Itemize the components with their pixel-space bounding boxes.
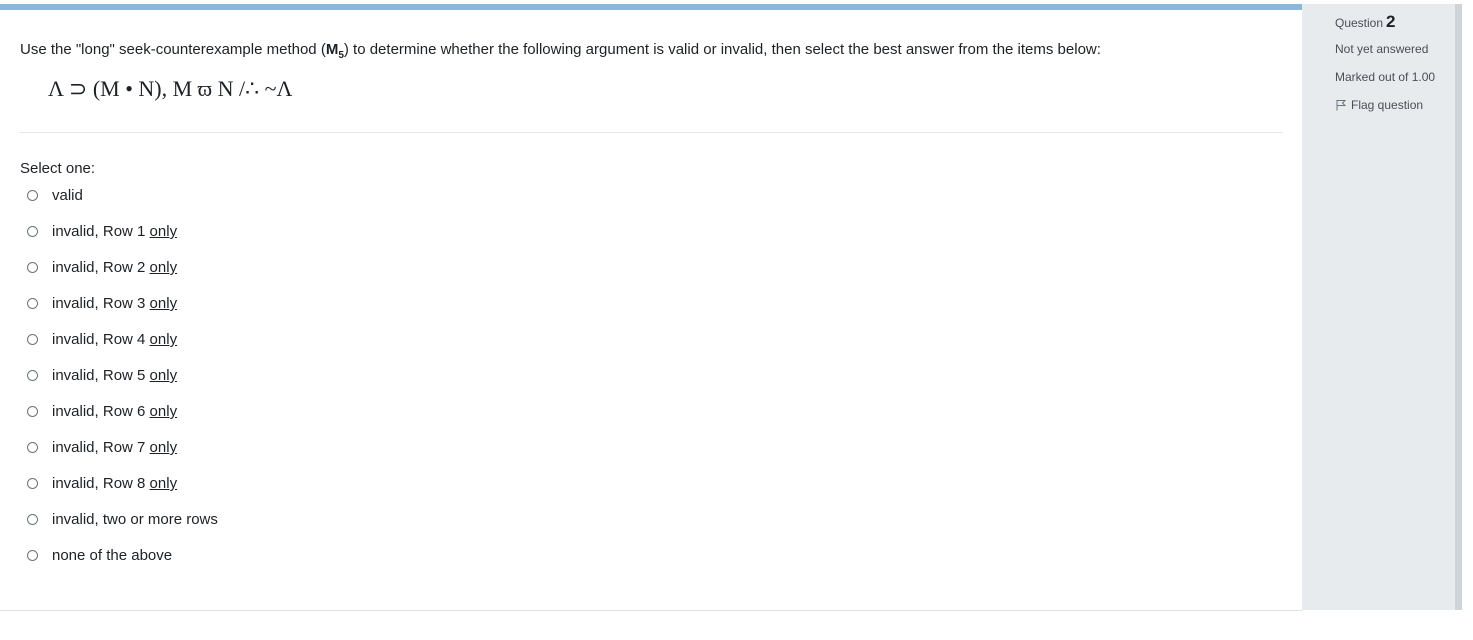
option-label: invalid, Row 7 only [52, 439, 178, 456]
option-label: invalid, Row 1 only [52, 223, 178, 240]
question-prompt: Use the "long" seek-counterexample metho… [20, 41, 1101, 61]
option-label: invalid, Row 3 only [52, 295, 178, 312]
panel-scrollbar[interactable] [1455, 4, 1462, 610]
method-name: M5 [325, 41, 344, 61]
flag-question-label: Flag question [1351, 98, 1424, 112]
answer-options: valid invalid, Row 1 only invalid, Row 2… [27, 187, 218, 583]
radio-button[interactable] [27, 226, 38, 237]
flag-question-button[interactable]: Flag question [1335, 98, 1423, 112]
question-number: Question 2 [1335, 12, 1396, 31]
flag-icon [1336, 100, 1347, 111]
question-info-panel: Question 2 Not yet answered Marked out of… [1302, 4, 1455, 610]
bottom-border [0, 610, 1302, 611]
radio-button[interactable] [27, 262, 38, 273]
divider [20, 132, 1283, 133]
answer-option[interactable]: invalid, two or more rows [27, 511, 218, 547]
option-label: valid [52, 187, 83, 204]
radio-button[interactable] [27, 478, 38, 489]
question-content: Use the "long" seek-counterexample metho… [0, 10, 1302, 610]
answer-option[interactable]: none of the above [27, 547, 218, 583]
answer-option[interactable]: invalid, Row 2 only [27, 259, 218, 295]
answer-option[interactable]: valid [27, 187, 218, 223]
answer-option[interactable]: invalid, Row 1 only [27, 223, 218, 259]
radio-button[interactable] [27, 550, 38, 561]
question-grade: Marked out of 1.00 [1335, 70, 1436, 84]
option-label: invalid, two or more rows [52, 511, 218, 528]
answer-option[interactable]: invalid, Row 8 only [27, 475, 218, 511]
option-label: invalid, Row 8 only [52, 475, 178, 492]
answer-option[interactable]: invalid, Row 5 only [27, 367, 218, 403]
radio-button[interactable] [27, 190, 38, 201]
radio-button[interactable] [27, 514, 38, 525]
option-label: invalid, Row 4 only [52, 331, 178, 348]
radio-button[interactable] [27, 298, 38, 309]
question-state: Not yet answered [1335, 42, 1429, 56]
answer-option[interactable]: invalid, Row 6 only [27, 403, 218, 439]
answer-option[interactable]: invalid, Row 4 only [27, 331, 218, 367]
option-label: invalid, Row 2 only [52, 259, 178, 276]
answer-option[interactable]: invalid, Row 3 only [27, 295, 218, 331]
radio-button[interactable] [27, 442, 38, 453]
option-label: invalid, Row 6 only [52, 403, 178, 420]
select-one-label: Select one: [20, 160, 96, 177]
argument-formula: Λ ⊃ (M • N), M ϖ N /∴ ~Λ [48, 76, 293, 101]
option-label: none of the above [52, 547, 173, 564]
radio-button[interactable] [27, 406, 38, 417]
radio-button[interactable] [27, 334, 38, 345]
answer-option[interactable]: invalid, Row 7 only [27, 439, 218, 475]
radio-button[interactable] [27, 370, 38, 381]
option-label: invalid, Row 5 only [52, 367, 178, 384]
